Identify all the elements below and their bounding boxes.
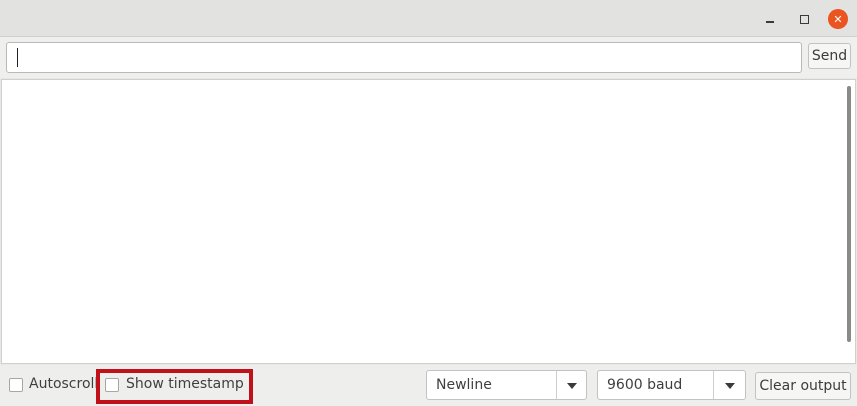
minimize-icon	[766, 21, 774, 23]
send-button[interactable]: Send	[808, 43, 851, 69]
select-divider	[713, 371, 714, 399]
autoscroll-control[interactable]: Autoscroll	[0, 365, 97, 406]
baud-rate-value: 9600 baud	[607, 377, 683, 393]
select-divider	[556, 371, 557, 399]
title-bar: ✕	[0, 0, 857, 37]
vertical-scrollbar[interactable]	[847, 86, 851, 342]
timestamp-label: Show timestamp	[126, 376, 244, 392]
timestamp-checkbox[interactable]	[105, 378, 119, 392]
close-button[interactable]: ✕	[828, 9, 848, 29]
chevron-down-icon	[567, 383, 577, 389]
send-row: Send	[0, 37, 857, 78]
close-icon: ✕	[833, 12, 843, 26]
clear-output-button[interactable]: Clear output	[755, 372, 851, 400]
text-caret	[17, 48, 18, 67]
minimize-button[interactable]	[760, 9, 780, 29]
maximize-icon	[799, 14, 809, 24]
line-ending-select[interactable]: Newline	[426, 370, 587, 400]
line-ending-value: Newline	[436, 377, 492, 393]
baud-rate-select[interactable]: 9600 baud	[597, 370, 746, 400]
bottom-toolbar: Autoscroll Show timestamp Newline 9600 b…	[0, 365, 857, 406]
serial-input[interactable]	[6, 42, 802, 73]
serial-output-area[interactable]	[1, 79, 856, 364]
chevron-down-icon	[725, 383, 735, 389]
autoscroll-checkbox[interactable]	[9, 378, 23, 392]
autoscroll-label: Autoscroll	[29, 376, 97, 392]
maximize-button[interactable]	[794, 9, 814, 29]
